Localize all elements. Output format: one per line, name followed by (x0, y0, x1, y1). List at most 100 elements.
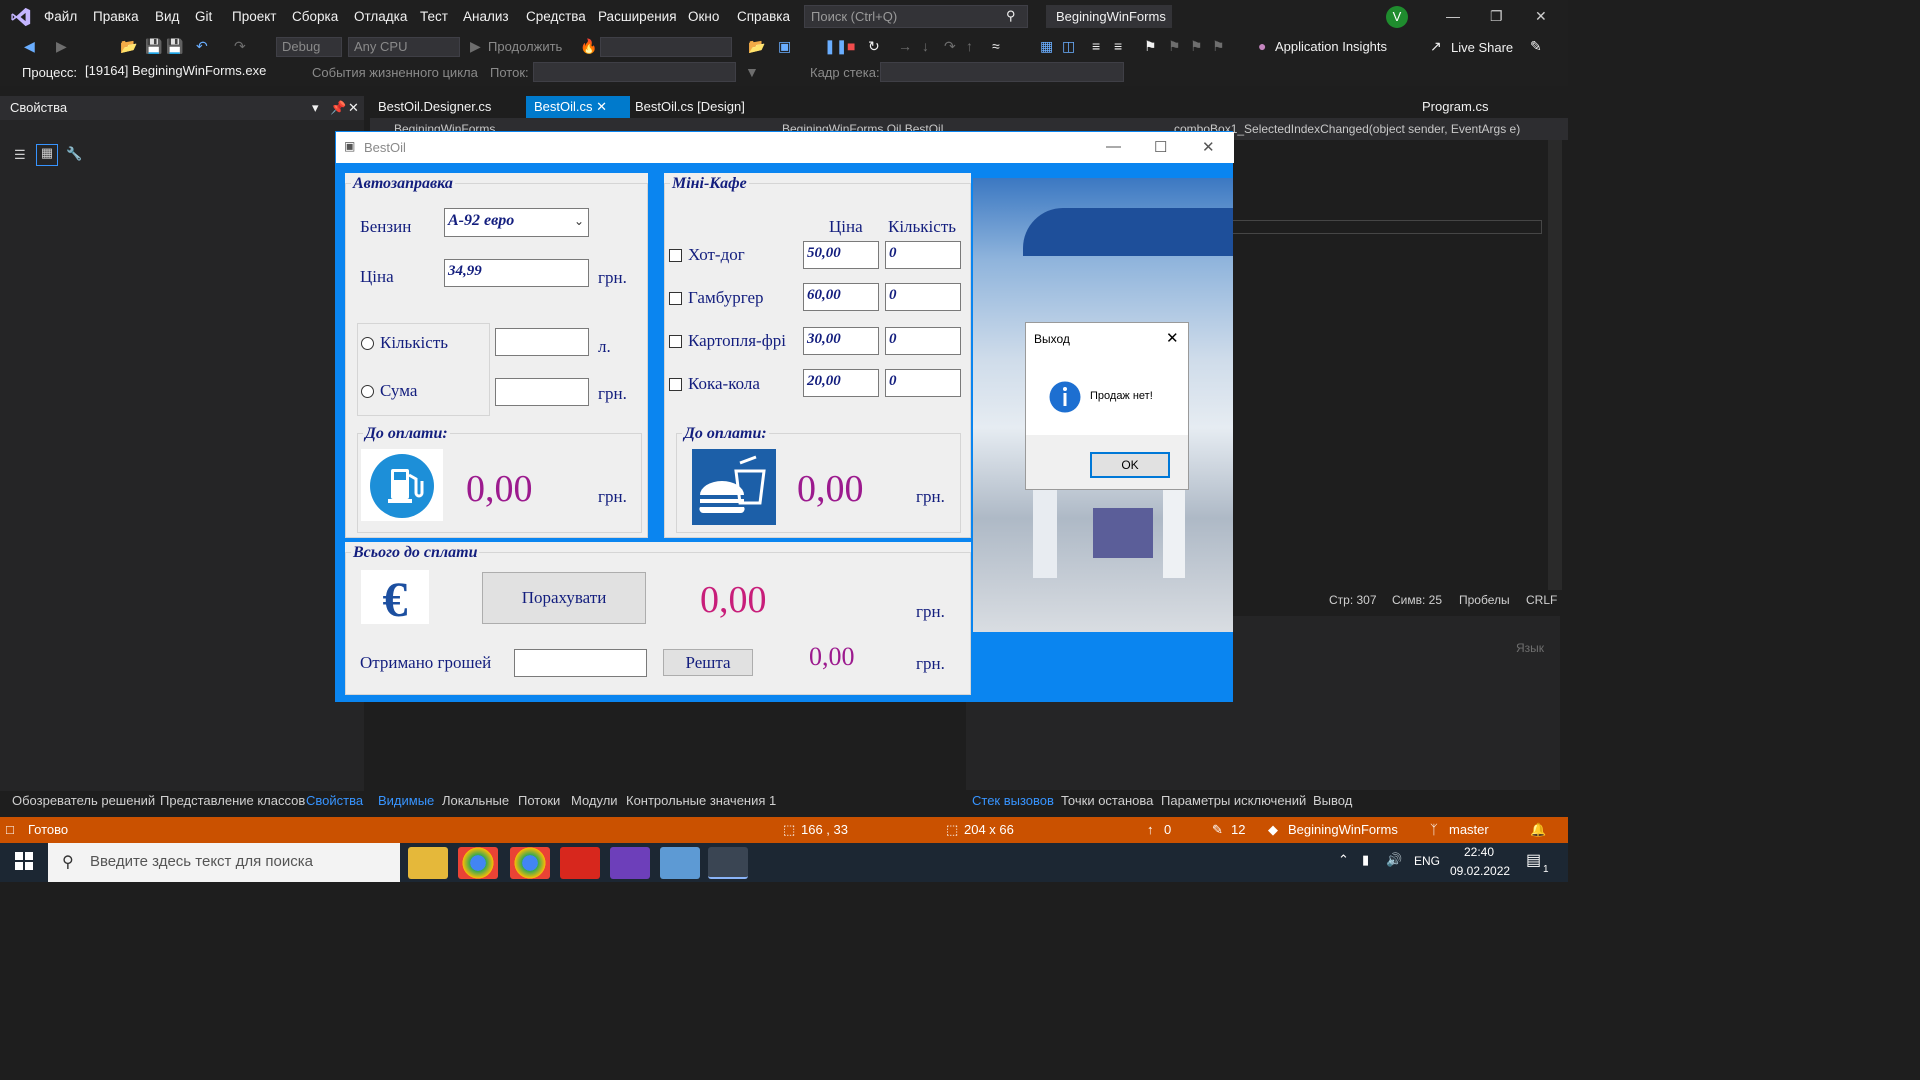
tab-breakpoints[interactable]: Точки останова (1061, 793, 1153, 808)
hamburger-qty[interactable]: 0 (885, 283, 961, 311)
bookmark-icon[interactable]: ⚑ (1144, 38, 1157, 55)
menu-test[interactable]: Тест (420, 9, 448, 24)
fries-qty[interactable]: 0 (885, 327, 961, 355)
branch-name[interactable]: master (1449, 822, 1489, 837)
lifecycle-events[interactable]: События жизненного цикла (312, 65, 478, 80)
tab-bestoil-design[interactable]: BestOil.cs [Design] (627, 96, 753, 118)
filter-icon[interactable]: ▼ (745, 64, 759, 80)
price-field[interactable]: 34,99 (444, 259, 589, 287)
volume-icon[interactable]: 🔊 (1386, 852, 1402, 868)
cola-checkbox[interactable] (669, 378, 682, 391)
live-share-button[interactable]: Live Share (1451, 40, 1513, 55)
tab-watch[interactable]: Контрольные значения 1 (626, 793, 776, 808)
tab-solution-explorer[interactable]: Обозреватель решений (12, 793, 155, 808)
chrome-alt-icon[interactable] (510, 847, 550, 879)
menu-help[interactable]: Справка (737, 9, 790, 24)
tab-class-view[interactable]: Представление классов (160, 793, 305, 808)
winforms-app-icon[interactable] (708, 847, 748, 879)
pin-icon[interactable]: 📌 (330, 100, 346, 116)
clock-time[interactable]: 22:40 (1464, 845, 1494, 859)
sum-field[interactable] (495, 378, 589, 406)
changes-count[interactable]: 12 (1231, 822, 1245, 837)
taskbar-search-input[interactable]: Введите здесь текст для поиска (48, 843, 400, 882)
config-select[interactable]: Debug (276, 37, 342, 57)
dropdown-icon[interactable]: ▾ (312, 100, 319, 116)
tab-exceptions[interactable]: Параметры исключений (1161, 793, 1306, 808)
redo-icon[interactable]: ↷ (234, 38, 246, 55)
cola-price[interactable]: 20,00 (803, 369, 879, 397)
minimize-icon[interactable]: — (1106, 138, 1121, 155)
menu-file[interactable]: Файл (44, 9, 77, 24)
comment-icon[interactable]: ≡ (1092, 38, 1100, 54)
undo-icon[interactable]: ↶ (196, 38, 208, 55)
hamburger-price[interactable]: 60,00 (803, 283, 879, 311)
language-indicator[interactable]: ENG (1414, 854, 1440, 868)
paint-icon[interactable] (660, 847, 700, 879)
menu-extensions[interactable]: Расширения (598, 9, 677, 24)
tab-bestoil-cs[interactable]: BestOil.cs ✕ (526, 96, 630, 118)
push-count[interactable]: 0 (1164, 822, 1171, 837)
uncomment-icon[interactable]: ≡ (1114, 38, 1122, 54)
hamburger-checkbox[interactable] (669, 292, 682, 305)
save-all-icon[interactable]: 💾 (166, 38, 183, 55)
diagnostics-icon[interactable]: ▦ (1040, 38, 1053, 55)
search-input[interactable]: Поиск (Ctrl+Q) (804, 5, 1028, 28)
thread-select[interactable] (533, 62, 736, 82)
menu-edit[interactable]: Правка (93, 9, 139, 24)
feedback-icon[interactable]: ✎ (1530, 38, 1542, 55)
whitespace-mode[interactable]: Пробелы (1459, 593, 1510, 607)
fries-price[interactable]: 30,00 (803, 327, 879, 355)
hotdog-checkbox[interactable] (669, 249, 682, 262)
hotdog-price[interactable]: 50,00 (803, 241, 879, 269)
close-icon[interactable]: ✕ (348, 100, 359, 116)
restore-icon[interactable]: ❐ (1490, 8, 1503, 25)
chrome-icon[interactable] (458, 847, 498, 879)
repo-name[interactable]: BeginingWinForms (1288, 822, 1398, 837)
quantity-field[interactable] (495, 328, 589, 356)
sum-radio[interactable] (361, 385, 374, 398)
tab-threads[interactable]: Потоки (518, 793, 560, 808)
menu-analyze[interactable]: Анализ (463, 9, 509, 24)
forward-icon[interactable]: ▶ (56, 38, 67, 55)
tab-designer-cs[interactable]: BestOil.Designer.cs (370, 96, 499, 118)
petrol-select[interactable]: А-92 евро ⌄ (444, 208, 589, 237)
tab-autos[interactable]: Видимые (378, 793, 434, 808)
calculate-button[interactable]: Порахувати (482, 572, 646, 624)
tab-program-cs[interactable]: Program.cs (1414, 96, 1496, 118)
scrollbar[interactable] (1548, 140, 1562, 590)
cola-qty[interactable]: 0 (885, 369, 961, 397)
file-explorer-icon[interactable] (408, 847, 448, 879)
bookmark-prev-icon[interactable]: ⚑ (1168, 38, 1181, 55)
platform-select[interactable]: Any CPU (348, 37, 460, 57)
categorized-icon[interactable]: ☰ (14, 147, 26, 163)
restart-icon[interactable]: ↻ (868, 38, 880, 55)
tray-chevron-icon[interactable]: ⌃ (1338, 852, 1349, 868)
screenshot-icon[interactable]: ▣ (778, 38, 791, 55)
step-out-icon[interactable]: ↑ (966, 38, 973, 54)
fries-checkbox[interactable] (669, 335, 682, 348)
quantity-radio[interactable] (361, 337, 374, 350)
save-icon[interactable]: 💾 (145, 38, 162, 55)
open-folder-icon[interactable]: 📂 (120, 38, 137, 55)
menu-window[interactable]: Окно (688, 9, 719, 24)
bookmark-clear-icon[interactable]: ⚑ (1212, 38, 1225, 55)
hot-reload-icon[interactable]: 🔥 (580, 38, 597, 55)
received-field[interactable] (514, 649, 647, 677)
process-select[interactable]: [19164] BeginingWinForms.exe (80, 62, 284, 82)
alphabetical-icon[interactable]: ▦ (36, 144, 58, 166)
target-select[interactable] (600, 37, 732, 57)
menu-project[interactable]: Проект (232, 9, 276, 24)
step-over-icon[interactable]: ↷ (944, 38, 956, 55)
menu-tools[interactable]: Средства (526, 9, 586, 24)
menu-debug[interactable]: Отладка (354, 9, 407, 24)
visual-studio-icon[interactable] (610, 847, 650, 879)
maximize-icon[interactable]: ☐ (1154, 138, 1167, 156)
continue-button[interactable]: Продолжить (488, 39, 562, 54)
menu-view[interactable]: Вид (155, 9, 179, 24)
stop-icon[interactable]: ■ (847, 38, 855, 54)
tab-output[interactable]: Вывод (1313, 793, 1352, 808)
pause-icon[interactable]: ❚❚ (824, 38, 847, 55)
menu-build[interactable]: Сборка (292, 9, 338, 24)
tab-locals[interactable]: Локальные (442, 793, 509, 808)
step-into-icon[interactable]: ↓ (922, 38, 929, 54)
